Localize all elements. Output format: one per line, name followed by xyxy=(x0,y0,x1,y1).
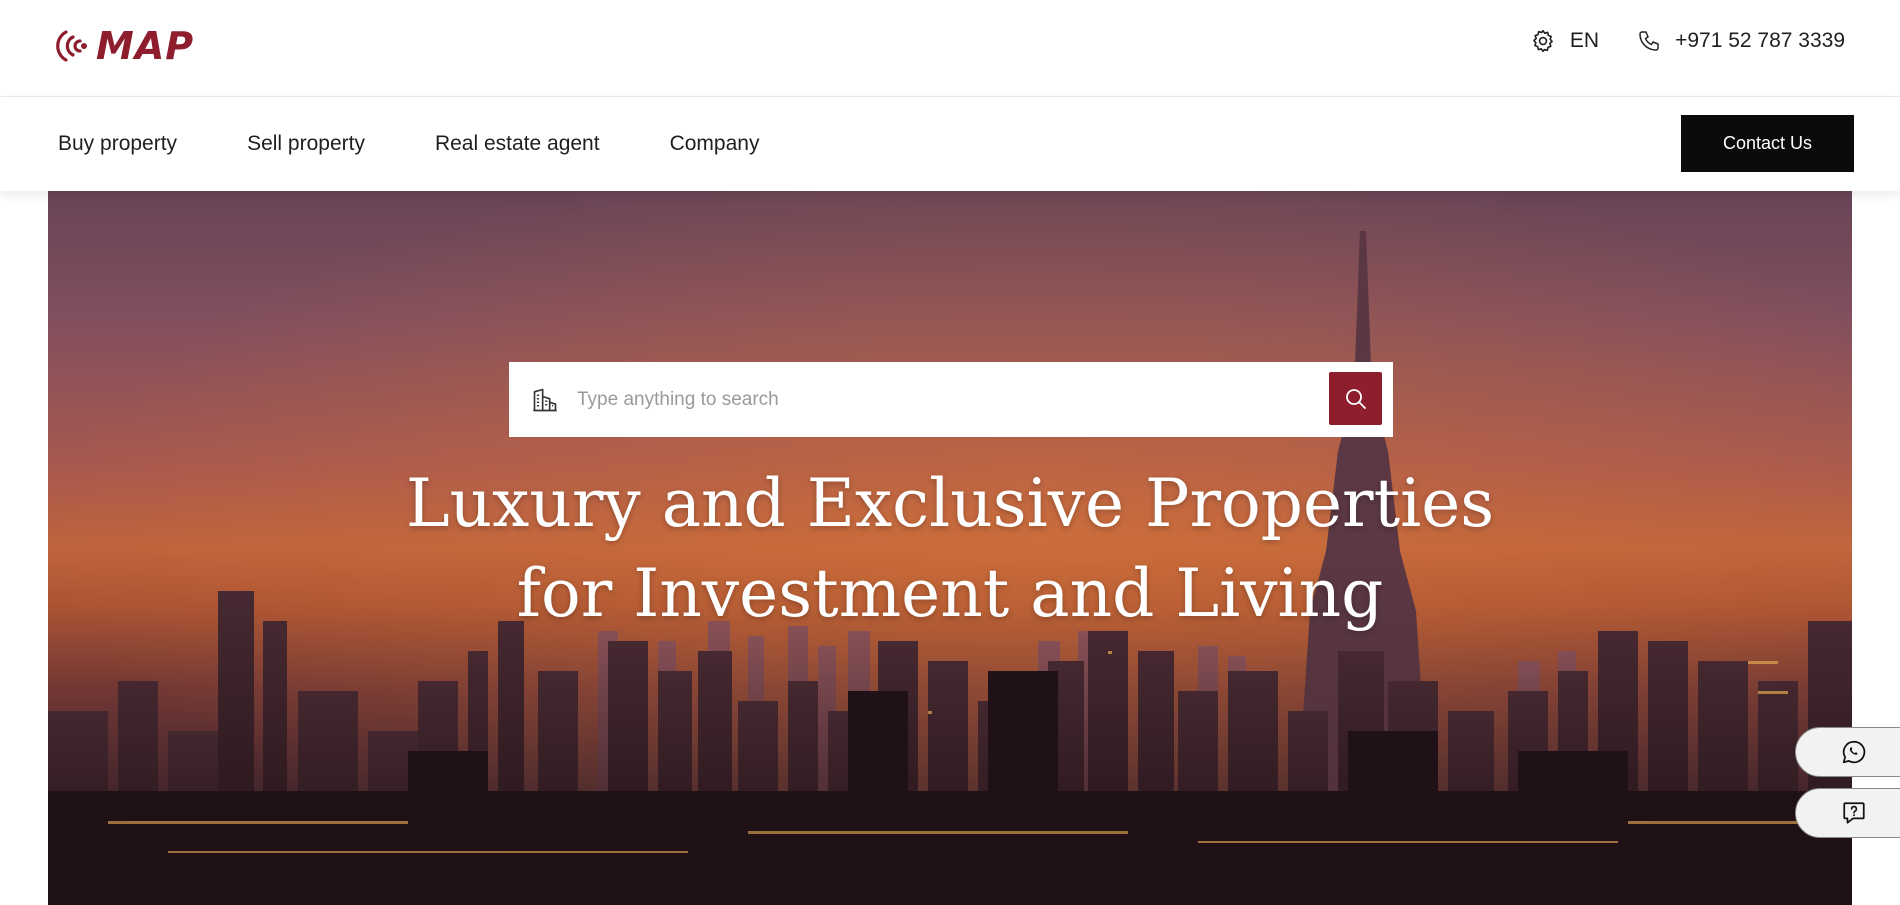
phone-link[interactable]: +971 52 787 3339 xyxy=(1637,29,1845,53)
whatsapp-icon xyxy=(1842,740,1866,764)
brand-name: MAP xyxy=(96,24,195,68)
whatsapp-button[interactable] xyxy=(1795,727,1900,777)
search-input[interactable] xyxy=(575,379,1315,420)
phone-icon xyxy=(1639,31,1659,51)
help-chat-button[interactable] xyxy=(1795,788,1900,838)
language-selector[interactable]: EN xyxy=(1530,28,1599,54)
hero-banner: Luxury and Exclusive Properties for Inve… xyxy=(48,191,1852,905)
utility-links: EN +971 52 787 3339 xyxy=(1530,28,1845,54)
hero-heading: Luxury and Exclusive Properties for Inve… xyxy=(48,459,1852,639)
phone-number: +971 52 787 3339 xyxy=(1675,29,1845,52)
help-chat-icon xyxy=(1843,802,1865,824)
gear-icon xyxy=(1532,29,1553,53)
main-nav: Buy property Sell property Real estate a… xyxy=(0,97,1900,191)
search-bar xyxy=(509,362,1393,437)
building-icon xyxy=(533,388,557,411)
hero-heading-line-1: Luxury and Exclusive Properties xyxy=(405,465,1495,542)
nav-company[interactable]: Company xyxy=(670,132,760,156)
search-icon xyxy=(1345,388,1366,409)
language-label: EN xyxy=(1569,29,1600,52)
nav-sell-property[interactable]: Sell property xyxy=(247,132,365,156)
signal-logo-icon xyxy=(56,30,87,62)
search-button[interactable] xyxy=(1329,372,1382,425)
top-bar: MAP EN +971 52 787 3339 xyxy=(0,0,1900,97)
hero-heading-line-2: for Investment and Living xyxy=(516,555,1384,632)
brand-logo[interactable]: MAP xyxy=(52,26,194,66)
nav-real-estate-agent[interactable]: Real estate agent xyxy=(435,132,600,156)
contact-us-button[interactable]: Contact Us xyxy=(1681,115,1854,172)
nav-buy-property[interactable]: Buy property xyxy=(58,132,177,156)
